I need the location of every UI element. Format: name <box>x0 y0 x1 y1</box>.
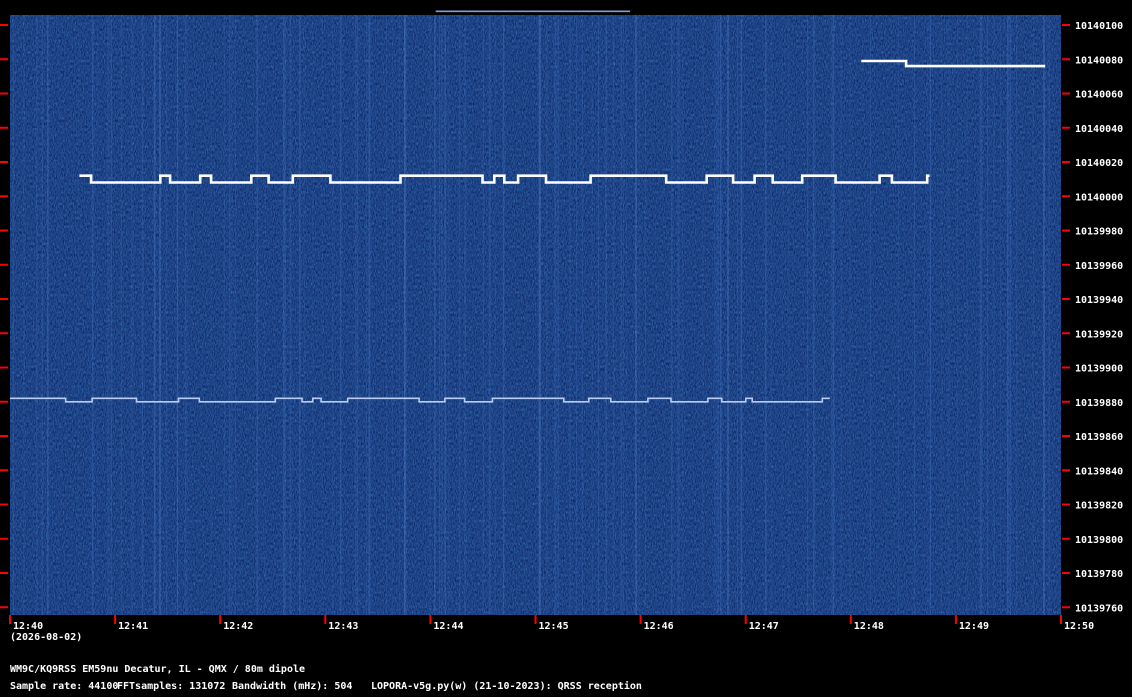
x-tick-label: 12:46 <box>644 621 674 632</box>
station-info: WM9C/KQ9RSS EM59nu Decatur, IL - QMX / 8… <box>10 664 306 675</box>
y-tick-label: 10139940 <box>1075 295 1123 306</box>
y-tick-label: 10139960 <box>1075 261 1123 272</box>
y-tick-label: 10139980 <box>1075 227 1123 238</box>
x-axis-date-label: (2026-08-02) <box>10 632 82 643</box>
x-tick-label: 12:48 <box>854 621 884 632</box>
y-tick-label: 10140060 <box>1075 90 1123 101</box>
y-tick-label: 10140040 <box>1075 124 1123 135</box>
x-tick-label: 12:47 <box>749 621 779 632</box>
x-tick-label: 12:50 <box>1064 621 1094 632</box>
software-info: LOPORA-v5g.py(w) (21-10-2023): QRSS rece… <box>371 681 642 692</box>
y-tick-label: 10139920 <box>1075 329 1123 340</box>
y-tick-label: 10139900 <box>1075 364 1123 375</box>
y-tick-label: 10140100 <box>1075 21 1123 32</box>
y-tick-label: 10139760 <box>1075 603 1123 614</box>
spectrogram-chart: 10140100 10140080 10140060 10140040 10140020… <box>0 10 1123 643</box>
y-tick-label: 10140000 <box>1075 192 1123 203</box>
y-tick-label: 10139800 <box>1075 535 1123 546</box>
spectrogram-noise <box>10 15 1061 615</box>
y-tick-label: 10139780 <box>1075 569 1123 580</box>
x-tick-label: 12:44 <box>433 621 463 632</box>
y-tick-label: 10140020 <box>1075 158 1123 169</box>
x-tick-label: 12:42 <box>223 621 253 632</box>
x-tick-label: 12:49 <box>959 621 989 632</box>
y-tick-label: 10140080 <box>1075 55 1123 66</box>
fft-samples: FFTsamples: 131072 <box>117 681 226 692</box>
y-tick-label: 10139820 <box>1075 501 1123 512</box>
bandwidth: Bandwidth (mHz): 504 <box>232 681 353 692</box>
y-tick-label: 10139860 <box>1075 432 1123 443</box>
x-tick-label: 12:45 <box>539 621 569 632</box>
x-axis: 12:40 12:41 12:42 12:43 12:44 12:45 12:46 12:47… <box>9 615 1094 632</box>
sample-rate: Sample rate: 44100 <box>10 681 119 692</box>
x-tick-label: 12:41 <box>118 621 148 632</box>
y-tick-label: 10139880 <box>1075 398 1123 409</box>
x-tick-label: 12:40 <box>13 621 43 632</box>
y-tick-label: 10139840 <box>1075 466 1123 477</box>
x-tick-label: 12:43 <box>328 621 358 632</box>
